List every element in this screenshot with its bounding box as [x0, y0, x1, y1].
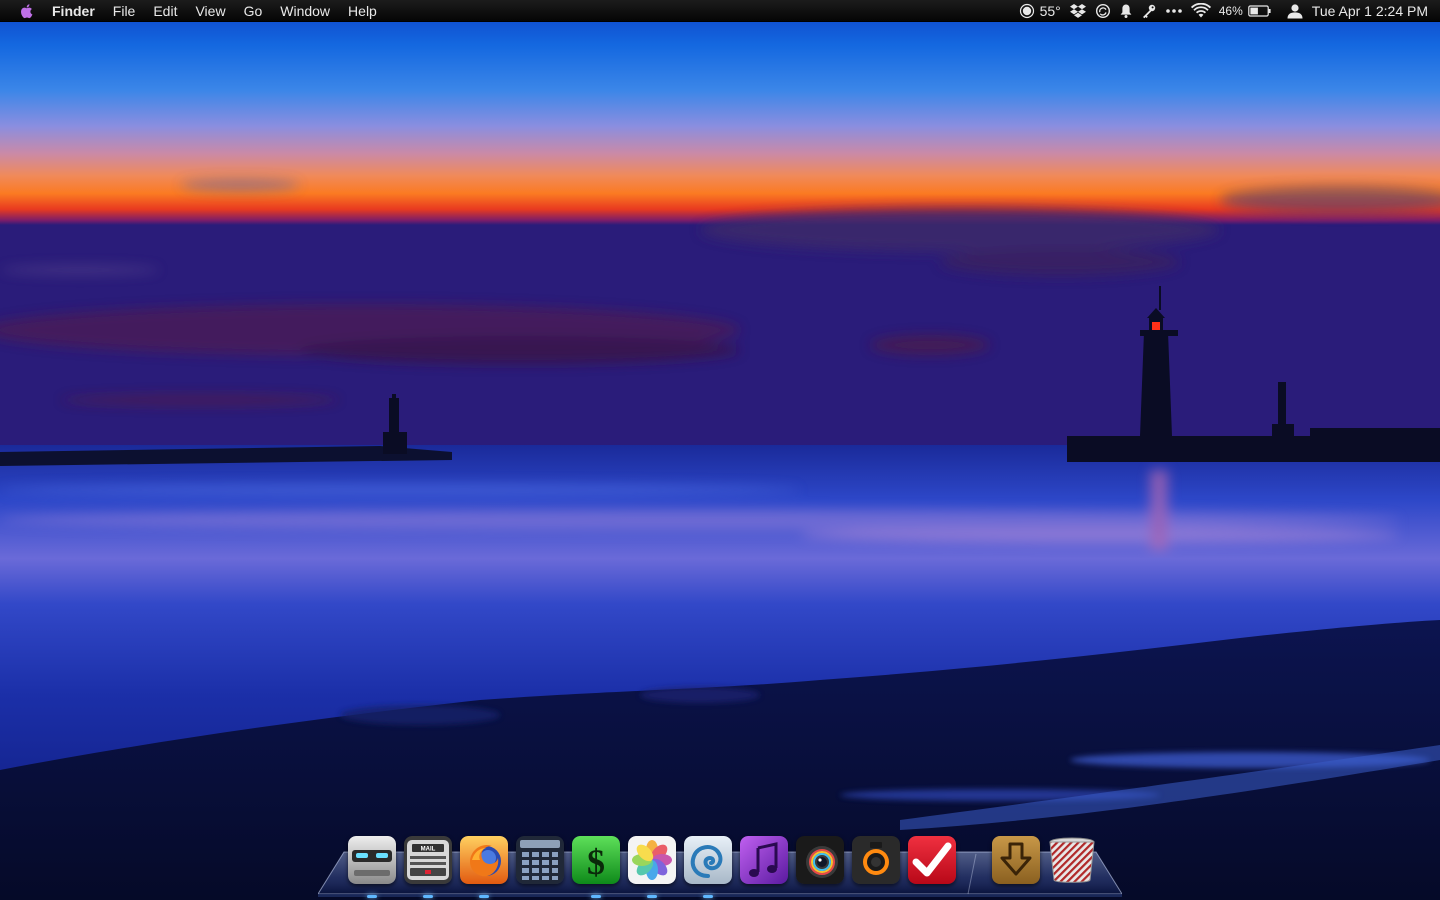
camera-icon — [852, 836, 900, 884]
running-indicator — [423, 895, 433, 898]
battery-status[interactable]: 46% — [1215, 0, 1276, 22]
nautilus-shell-icon — [684, 836, 732, 884]
key-icon — [1142, 4, 1155, 18]
running-indicator — [591, 895, 601, 898]
more-status[interactable] — [1161, 0, 1187, 22]
running-indicator — [703, 895, 713, 898]
dock-item-todo[interactable] — [908, 836, 956, 884]
weather-icon — [1019, 3, 1034, 18]
notification-bell-icon — [1120, 4, 1132, 18]
more-dots-icon — [1165, 8, 1182, 13]
menu-clock[interactable]: Tue Apr 1 2:24 PM — [1308, 0, 1434, 22]
firefox-icon — [460, 836, 508, 884]
dock-item-aperture[interactable] — [796, 836, 844, 884]
dollar-icon: $ — [572, 836, 620, 884]
calculator-icon — [516, 836, 564, 884]
menu-file[interactable]: File — [104, 0, 145, 22]
dock-item-money[interactable]: $ — [572, 836, 620, 884]
dock-item-firefox[interactable] — [460, 836, 508, 884]
running-indicator — [647, 895, 657, 898]
wifi-icon — [1190, 2, 1211, 17]
user-status[interactable] — [1276, 0, 1308, 22]
status-area: 55° 46% Tue Apr 1 2:24 PM — [1015, 0, 1440, 22]
mail-icon: MAIL — [404, 836, 452, 884]
notification-status[interactable] — [1115, 0, 1137, 22]
music-note-icon — [740, 836, 788, 884]
sync-icon — [1095, 3, 1110, 18]
apple-logo-icon[interactable] — [18, 2, 36, 20]
checkmark-icon — [908, 836, 956, 884]
dock-item-calculator[interactable] — [516, 836, 564, 884]
battery-icon — [1247, 4, 1271, 17]
desktop-wallpaper — [0, 0, 1440, 900]
menu-bar: Finder File Edit View Go Window Help 55° — [0, 0, 1440, 22]
aperture-lens-icon — [796, 836, 844, 884]
dock-item-nautilus[interactable] — [684, 836, 732, 884]
menu-go[interactable]: Go — [235, 0, 272, 22]
user-icon — [1287, 3, 1303, 18]
menu-view[interactable]: View — [186, 0, 234, 22]
dock-item-camera[interactable] — [852, 836, 900, 884]
trash-icon — [1049, 837, 1095, 883]
weather-temp: 55° — [1039, 2, 1061, 19]
robot-face-icon — [348, 836, 396, 884]
running-indicator — [479, 895, 489, 898]
running-indicator — [367, 895, 377, 898]
menu-edit[interactable]: Edit — [144, 0, 186, 22]
sync-status[interactable] — [1091, 0, 1115, 22]
svg-text:$: $ — [587, 842, 605, 882]
dropbox-icon — [1069, 3, 1086, 18]
keychain-status[interactable] — [1137, 0, 1161, 22]
photos-flower-icon — [628, 836, 676, 884]
dock-item-music[interactable] — [740, 836, 788, 884]
menu-window[interactable]: Window — [271, 0, 339, 22]
weather-status[interactable]: 55° — [1015, 0, 1065, 22]
menu-app-name[interactable]: Finder — [48, 0, 104, 22]
dock: MAIL $ — [318, 832, 1122, 900]
dock-item-photos[interactable] — [628, 836, 676, 884]
battery-percent: 46% — [1218, 3, 1243, 18]
menu-help[interactable]: Help — [339, 0, 386, 22]
dock-item-finder-robot[interactable] — [348, 836, 396, 884]
dock-item-downloads[interactable] — [992, 836, 1040, 884]
dock-item-trash[interactable] — [1048, 836, 1096, 884]
dropbox-status[interactable] — [1065, 0, 1091, 22]
menu-bar-left: Finder File Edit View Go Window Help — [0, 0, 386, 22]
mail-icon-label: MAIL — [421, 847, 436, 853]
download-arrow-icon — [992, 836, 1040, 884]
dock-item-mail[interactable]: MAIL — [404, 836, 452, 884]
wifi-status[interactable] — [1187, 0, 1215, 22]
